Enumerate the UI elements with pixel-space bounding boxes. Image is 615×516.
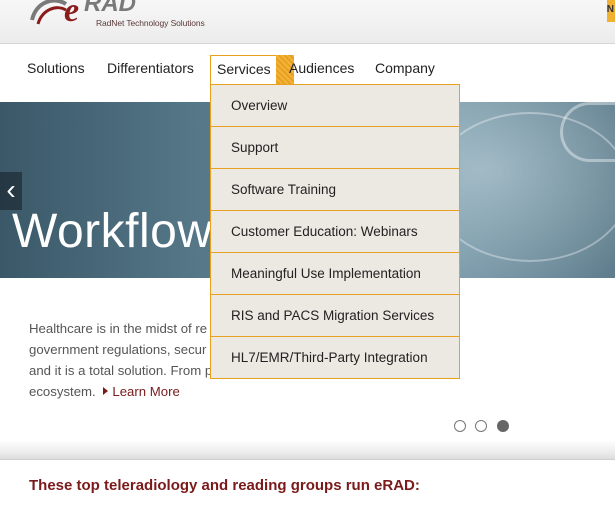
nav-item-differentiators[interactable]: Differentiators [107,60,194,76]
carousel-dot-1[interactable] [454,420,466,432]
intro-line-last: ecosystem. Learn More [29,381,615,402]
carousel-dots [454,420,514,434]
menu-item-hl7-integration[interactable]: HL7/EMR/Third-Party Integration [211,337,459,379]
menu-item-meaningful-use[interactable]: Meaningful Use Implementation [211,253,459,295]
nav-item-services-label: Services [217,61,271,77]
carousel-dot-3-active[interactable] [496,420,509,432]
carousel-prev-button[interactable]: ‹ [0,172,22,210]
logo-word: RAD [84,0,136,17]
nav-item-services[interactable]: Services [210,55,294,85]
intro-line: ecosystem. [29,384,96,399]
chevron-left-icon: ‹ [6,174,16,205]
services-dropdown-menu: Overview Support Software Training Custo… [210,84,460,379]
hero-headline: Workflow [12,205,213,258]
nav-item-company[interactable]: Company [375,60,435,76]
nav-item-solutions[interactable]: Solutions [27,60,85,76]
logo-letter: e [64,0,80,29]
learn-more-label: Learn More [112,384,180,399]
section-title: These top teleradiology and reading grou… [29,477,420,494]
corner-badge-text: N [606,4,614,15]
menu-item-webinars[interactable]: Customer Education: Webinars [211,211,459,253]
menu-item-overview[interactable]: Overview [211,85,459,127]
top-header: e RAD RadNet Technology Solutions N [0,0,615,44]
logo-swoosh-icon [30,0,68,25]
logo-tagline: RadNet Technology Solutions [96,18,205,28]
menu-item-ris-pacs-migration[interactable]: RIS and PACS Migration Services [211,295,459,337]
section-divider [0,440,615,460]
carousel-dot-2[interactable] [475,420,488,432]
nav-item-audiences[interactable]: Audiences [289,60,354,76]
arrow-right-icon [103,387,109,395]
menu-item-support[interactable]: Support [211,127,459,169]
learn-more-link[interactable]: Learn More [99,384,180,399]
erad-logo[interactable]: e RAD RadNet Technology Solutions [28,0,205,34]
corner-badge[interactable]: N [607,0,615,22]
menu-item-software-training[interactable]: Software Training [211,169,459,211]
hero-chalk-drawing-2 [560,102,615,162]
